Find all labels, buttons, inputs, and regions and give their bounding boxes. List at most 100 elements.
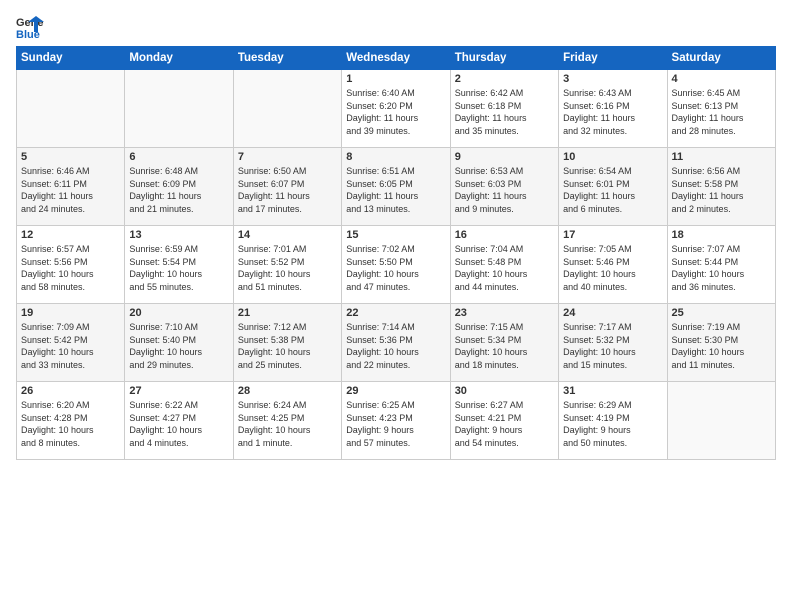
calendar-cell: 24Sunrise: 7:17 AM Sunset: 5:32 PM Dayli… — [559, 304, 667, 382]
calendar-cell: 23 Sunrise: 7:15 AM Sunset: 5:34 PM Dayli… — [450, 304, 558, 382]
day-info: Sunrise: 6:51 AM Sunset: 6:05 PM Dayligh… — [346, 165, 445, 215]
day-number: 19 — [21, 307, 120, 319]
calendar-cell: 26 Sunrise: 6:20 AM Sunset: 4:28 PM Dayli… — [17, 382, 125, 460]
calendar-cell — [17, 70, 125, 148]
calendar-cell: 21 Sunrise: 7:12 AM Sunset: 5:38 PM Dayli… — [233, 304, 341, 382]
day-info: Sunrise: 6:48 AM Sunset: 6:09 PM Dayligh… — [129, 165, 228, 215]
day-number: 18 — [672, 229, 771, 241]
day-number: 10 — [563, 151, 662, 163]
calendar-cell: 20 Sunrise: 7:10 AM Sunset: 5:40 PM Dayli… — [125, 304, 233, 382]
calendar-cell: 9Sunrise: 6:53 AM Sunset: 6:03 PM Daylig… — [450, 148, 558, 226]
calendar-container: General Blue SundayMondayTuesdayWednesda… — [0, 0, 792, 470]
day-info: Sunrise: 6:24 AM Sunset: 4:25 PM Dayligh… — [238, 399, 337, 449]
day-number: 31 — [563, 385, 662, 397]
day-number: 6 — [129, 151, 228, 163]
day-number: 22 — [346, 307, 445, 319]
day-info: Sunrise: 6:43 AM Sunset: 6:16 PM Dayligh… — [563, 87, 662, 137]
calendar-cell: 5 Sunrise: 6:46 AM Sunset: 6:11 PM Daylig… — [17, 148, 125, 226]
logo-icon: General Blue — [16, 12, 44, 40]
calendar-cell: 2 Sunrise: 6:42 AM Sunset: 6:18 PM Daylig… — [450, 70, 558, 148]
day-number: 2 — [455, 73, 554, 85]
day-info: Sunrise: 6:54 AM Sunset: 6:01 PM Dayligh… — [563, 165, 662, 215]
day-info: Sunrise: 6:45 AM Sunset: 6:13 PM Dayligh… — [672, 87, 771, 137]
day-number: 5 — [21, 151, 120, 163]
calendar-cell: 14Sunrise: 7:01 AM Sunset: 5:52 PM Dayli… — [233, 226, 341, 304]
day-info: Sunrise: 6:56 AM Sunset: 5:58 PM Dayligh… — [672, 165, 771, 215]
day-info: Sunrise: 7:04 AM Sunset: 5:48 PM Dayligh… — [455, 243, 554, 293]
day-number: 27 — [129, 385, 228, 397]
day-info: Sunrise: 6:46 AM Sunset: 6:11 PM Dayligh… — [21, 165, 120, 215]
day-number: 8 — [346, 151, 445, 163]
svg-text:General: General — [16, 17, 44, 29]
header: General Blue — [16, 12, 776, 40]
calendar-cell: 28Sunrise: 6:24 AM Sunset: 4:25 PM Dayli… — [233, 382, 341, 460]
calendar-week-row: 12Sunrise: 6:57 AM Sunset: 5:56 PM Dayli… — [17, 226, 776, 304]
weekday-header-friday: Friday — [559, 47, 667, 70]
day-number: 17 — [563, 229, 662, 241]
calendar-week-row: 1 Sunrise: 6:40 AM Sunset: 6:20 PM Daylig… — [17, 70, 776, 148]
day-info: Sunrise: 7:05 AM Sunset: 5:46 PM Dayligh… — [563, 243, 662, 293]
day-info: Sunrise: 7:02 AM Sunset: 5:50 PM Dayligh… — [346, 243, 445, 293]
calendar-cell: 7 Sunrise: 6:50 AM Sunset: 6:07 PM Daylig… — [233, 148, 341, 226]
day-number: 16 — [455, 229, 554, 241]
day-number: 7 — [238, 151, 337, 163]
day-info: Sunrise: 6:25 AM Sunset: 4:23 PM Dayligh… — [346, 399, 445, 449]
day-number: 14 — [238, 229, 337, 241]
calendar-cell: 4 Sunrise: 6:45 AM Sunset: 6:13 PM Daylig… — [667, 70, 775, 148]
calendar-cell: 1 Sunrise: 6:40 AM Sunset: 6:20 PM Daylig… — [342, 70, 450, 148]
day-info: Sunrise: 7:10 AM Sunset: 5:40 PM Dayligh… — [129, 321, 228, 371]
day-number: 3 — [563, 73, 662, 85]
calendar-cell: 12Sunrise: 6:57 AM Sunset: 5:56 PM Dayli… — [17, 226, 125, 304]
calendar-week-row: 5 Sunrise: 6:46 AM Sunset: 6:11 PM Daylig… — [17, 148, 776, 226]
day-number: 13 — [129, 229, 228, 241]
weekday-header-wednesday: Wednesday — [342, 47, 450, 70]
day-info: Sunrise: 6:29 AM Sunset: 4:19 PM Dayligh… — [563, 399, 662, 449]
day-number: 20 — [129, 307, 228, 319]
day-number: 26 — [21, 385, 120, 397]
day-number: 23 — [455, 307, 554, 319]
calendar-cell: 10 Sunrise: 6:54 AM Sunset: 6:01 PM Dayli… — [559, 148, 667, 226]
day-number: 4 — [672, 73, 771, 85]
day-info: Sunrise: 7:12 AM Sunset: 5:38 PM Dayligh… — [238, 321, 337, 371]
calendar-cell: 27 Sunrise: 6:22 AM Sunset: 4:27 PM Dayli… — [125, 382, 233, 460]
weekday-header-tuesday: Tuesday — [233, 47, 341, 70]
day-info: Sunrise: 7:14 AM Sunset: 5:36 PM Dayligh… — [346, 321, 445, 371]
calendar-table: SundayMondayTuesdayWednesdayThursdayFrid… — [16, 46, 776, 460]
calendar-cell: 29 Sunrise: 6:25 AM Sunset: 4:23 PM Dayli… — [342, 382, 450, 460]
day-info: Sunrise: 7:15 AM Sunset: 5:34 PM Dayligh… — [455, 321, 554, 371]
logo: General Blue — [16, 12, 48, 40]
day-info: Sunrise: 6:40 AM Sunset: 6:20 PM Dayligh… — [346, 87, 445, 137]
day-info: Sunrise: 6:22 AM Sunset: 4:27 PM Dayligh… — [129, 399, 228, 449]
calendar-cell: 31 Sunrise: 6:29 AM Sunset: 4:19 PM Dayli… — [559, 382, 667, 460]
day-info: Sunrise: 6:53 AM Sunset: 6:03 PM Dayligh… — [455, 165, 554, 215]
day-info: Sunrise: 6:59 AM Sunset: 5:54 PM Dayligh… — [129, 243, 228, 293]
calendar-week-row: 19 Sunrise: 7:09 AM Sunset: 5:42 PM Dayli… — [17, 304, 776, 382]
day-info: Sunrise: 6:57 AM Sunset: 5:56 PM Dayligh… — [21, 243, 120, 293]
day-info: Sunrise: 6:27 AM Sunset: 4:21 PM Dayligh… — [455, 399, 554, 449]
calendar-cell: 15 Sunrise: 7:02 AM Sunset: 5:50 PM Dayli… — [342, 226, 450, 304]
weekday-header-sunday: Sunday — [17, 47, 125, 70]
calendar-cell: 30 Sunrise: 6:27 AM Sunset: 4:21 PM Dayli… — [450, 382, 558, 460]
weekday-header-thursday: Thursday — [450, 47, 558, 70]
calendar-cell: 18Sunrise: 7:07 AM Sunset: 5:44 PM Dayli… — [667, 226, 775, 304]
calendar-cell: 6 Sunrise: 6:48 AM Sunset: 6:09 PM Daylig… — [125, 148, 233, 226]
day-info: Sunrise: 7:19 AM Sunset: 5:30 PM Dayligh… — [672, 321, 771, 371]
day-number: 29 — [346, 385, 445, 397]
day-info: Sunrise: 7:09 AM Sunset: 5:42 PM Dayligh… — [21, 321, 120, 371]
calendar-cell — [125, 70, 233, 148]
day-info: Sunrise: 6:42 AM Sunset: 6:18 PM Dayligh… — [455, 87, 554, 137]
calendar-cell: 17 Sunrise: 7:05 AM Sunset: 5:46 PM Dayli… — [559, 226, 667, 304]
day-number: 1 — [346, 73, 445, 85]
day-number: 30 — [455, 385, 554, 397]
day-number: 21 — [238, 307, 337, 319]
day-number: 15 — [346, 229, 445, 241]
day-info: Sunrise: 6:20 AM Sunset: 4:28 PM Dayligh… — [21, 399, 120, 449]
weekday-header-monday: Monday — [125, 47, 233, 70]
calendar-cell: 13 Sunrise: 6:59 AM Sunset: 5:54 PM Dayli… — [125, 226, 233, 304]
calendar-cell: 22 Sunrise: 7:14 AM Sunset: 5:36 PM Dayli… — [342, 304, 450, 382]
calendar-cell: 3 Sunrise: 6:43 AM Sunset: 6:16 PM Daylig… — [559, 70, 667, 148]
calendar-cell — [667, 382, 775, 460]
day-info: Sunrise: 6:50 AM Sunset: 6:07 PM Dayligh… — [238, 165, 337, 215]
weekday-header-saturday: Saturday — [667, 47, 775, 70]
calendar-cell: 25Sunrise: 7:19 AM Sunset: 5:30 PM Dayli… — [667, 304, 775, 382]
